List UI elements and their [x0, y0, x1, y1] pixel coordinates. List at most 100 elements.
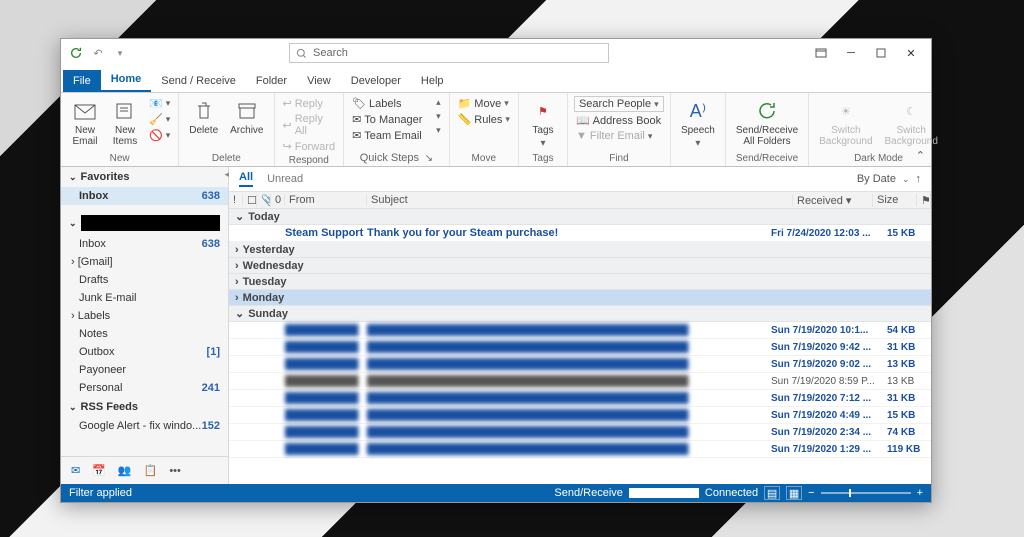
pane-grip-icon[interactable]: ◂: [224, 169, 229, 180]
message-row[interactable]: ████████████████████████████████████████…: [229, 407, 931, 424]
tab-send-receive[interactable]: Send / Receive: [151, 70, 246, 92]
group-label-find: Find: [609, 152, 628, 166]
tasks-icon[interactable]: 📋: [144, 464, 158, 477]
tab-file[interactable]: File: [63, 70, 101, 92]
view-reading-icon[interactable]: ▦: [786, 486, 802, 500]
group-yesterday[interactable]: ›Yesterday: [229, 242, 931, 258]
search-icon: [296, 48, 307, 59]
search-input[interactable]: Search: [289, 43, 609, 63]
folder-pane: ◂ ⌄Favorites Inbox638 ⌄ Inbox638 › [Gmai…: [61, 167, 229, 484]
group-label-quick: Quick Steps ↘: [360, 151, 433, 166]
customize-qat-icon[interactable]: ▾: [111, 44, 129, 62]
group-label-delete: Delete: [212, 152, 241, 166]
group-label-dark: Dark Mode: [854, 152, 903, 166]
nav-bottom-bar: ✉ 📅 👥 📋 •••: [61, 456, 228, 484]
account-name-redacted: [81, 215, 220, 231]
message-row[interactable]: Steam SupportThank you for your Steam pu…: [229, 225, 931, 242]
people-icon[interactable]: 👥: [118, 464, 132, 477]
tags-button[interactable]: ⚑Tags▾: [525, 96, 561, 151]
new-misc[interactable]: 📧▾🧹▾🚫▾: [147, 96, 172, 143]
group-label-move: Move: [472, 152, 496, 166]
respond-buttons: ↩ Reply ↩ Reply All ↪ Forward: [281, 96, 338, 154]
favorites-header[interactable]: ⌄Favorites: [61, 167, 228, 187]
message-row[interactable]: ████████████████████████████████████████…: [229, 322, 931, 339]
sort-menu[interactable]: By Date⌄↑: [857, 173, 921, 185]
nav-personal[interactable]: Personal241: [61, 379, 228, 397]
view-normal-icon[interactable]: ▤: [764, 486, 780, 500]
progress-bar: [629, 488, 699, 498]
account-header[interactable]: ⌄: [61, 211, 228, 235]
group-tuesday[interactable]: ›Tuesday: [229, 274, 931, 290]
filter-row: All Unread By Date⌄↑: [229, 167, 931, 191]
message-row[interactable]: ████████████████████████████████████████…: [229, 390, 931, 407]
titlebar: ↶ ▾ Search ─ ✕: [61, 39, 931, 67]
tab-folder[interactable]: Folder: [246, 70, 297, 92]
rss-google-alert[interactable]: Google Alert - fix windo...152: [61, 417, 228, 435]
group-label-new: New: [110, 152, 130, 166]
nav-gmail[interactable]: › [Gmail]: [61, 253, 228, 271]
collapse-ribbon-icon[interactable]: ⌃: [916, 149, 925, 162]
zoom-slider[interactable]: [821, 492, 911, 494]
nav-payoneer[interactable]: Payoneer: [61, 361, 228, 379]
rss-header[interactable]: ⌄RSS Feeds: [61, 397, 228, 417]
switch-bg-2: ☾Switch Background: [881, 96, 942, 149]
filter-unread[interactable]: Unread: [267, 173, 303, 185]
status-filter: Filter applied: [69, 487, 132, 499]
close-button[interactable]: ✕: [897, 42, 925, 64]
sync-icon[interactable]: [67, 44, 85, 62]
tab-help[interactable]: Help: [411, 70, 454, 92]
move-buttons[interactable]: 📁 Move ▾ 📏 Rules ▾: [456, 96, 512, 127]
more-icon[interactable]: •••: [169, 465, 181, 477]
nav-notes[interactable]: Notes: [61, 325, 228, 343]
send-receive-button[interactable]: Send/Receive All Folders: [732, 96, 802, 149]
status-sendreceive: Send/Receive: [554, 487, 623, 499]
ribbon-display-icon[interactable]: [807, 42, 835, 64]
quick-steps[interactable]: 🏷 Labels ✉ To Manager ✉ Team Email: [350, 96, 430, 143]
tab-view[interactable]: View: [297, 70, 341, 92]
find-buttons[interactable]: Search People ▾ 📖 Address Book ▼ Filter …: [574, 96, 664, 143]
new-items-button[interactable]: New Items: [107, 96, 143, 149]
nav-junk[interactable]: Junk E-mail: [61, 289, 228, 307]
group-today[interactable]: ⌄Today: [229, 209, 931, 225]
group-label-sendrec: Send/Receive: [736, 152, 798, 166]
filter-all[interactable]: All: [239, 171, 253, 187]
nav-inbox[interactable]: Inbox638: [61, 235, 228, 253]
search-placeholder: Search: [313, 47, 348, 59]
switch-bg-1: ☀Switch Background: [815, 96, 876, 149]
message-row[interactable]: ████████████████████████████████████████…: [229, 424, 931, 441]
nav-outbox[interactable]: Outbox[1]: [61, 343, 228, 361]
mail-icon[interactable]: ✉: [71, 464, 80, 477]
message-row[interactable]: ████████████████████████████████████████…: [229, 373, 931, 390]
message-row[interactable]: ████████████████████████████████████████…: [229, 339, 931, 356]
message-row[interactable]: ████████████████████████████████████████…: [229, 356, 931, 373]
delete-button[interactable]: Delete: [185, 96, 222, 139]
archive-button[interactable]: Archive: [226, 96, 267, 139]
minimize-button[interactable]: ─: [837, 42, 865, 64]
nav-labels[interactable]: › Labels: [61, 307, 228, 325]
speech-button[interactable]: A⁾Speech▾: [677, 96, 719, 151]
fav-inbox[interactable]: Inbox638: [61, 187, 228, 205]
zoom-in-icon[interactable]: +: [917, 487, 923, 499]
group-monday[interactable]: ›Monday: [229, 290, 931, 306]
group-label-respond: Respond: [289, 154, 329, 168]
tab-developer[interactable]: Developer: [341, 70, 411, 92]
zoom-out-icon[interactable]: −: [808, 487, 814, 499]
ribbon-tabs: File Home Send / Receive Folder View Dev…: [61, 67, 931, 93]
maximize-button[interactable]: [867, 42, 895, 64]
tab-home[interactable]: Home: [101, 68, 152, 92]
group-wednesday[interactable]: ›Wednesday: [229, 258, 931, 274]
new-email-button[interactable]: New Email: [67, 96, 103, 149]
calendar-icon[interactable]: 📅: [92, 464, 106, 477]
message-row[interactable]: ████████████████████████████████████████…: [229, 441, 931, 458]
column-headers[interactable]: !☐📎0 From Subject Received ▾ Size ⚑: [229, 191, 931, 209]
ribbon: New Email New Items 📧▾🧹▾🚫▾ New Delete Ar…: [61, 93, 931, 167]
outlook-window: ↶ ▾ Search ─ ✕ File Home Send / Receive …: [60, 38, 932, 503]
nav-drafts[interactable]: Drafts: [61, 271, 228, 289]
status-bar: Filter applied Send/Receive Connected ▤ …: [61, 484, 931, 502]
group-label-tags: Tags: [532, 152, 553, 166]
group-sunday[interactable]: ⌄Sunday: [229, 306, 931, 322]
message-list: All Unread By Date⌄↑ !☐📎0 From Subject R…: [229, 167, 931, 484]
status-connected: Connected: [705, 487, 758, 499]
undo-icon[interactable]: ↶: [89, 44, 107, 62]
group-label-speech: [697, 152, 700, 166]
